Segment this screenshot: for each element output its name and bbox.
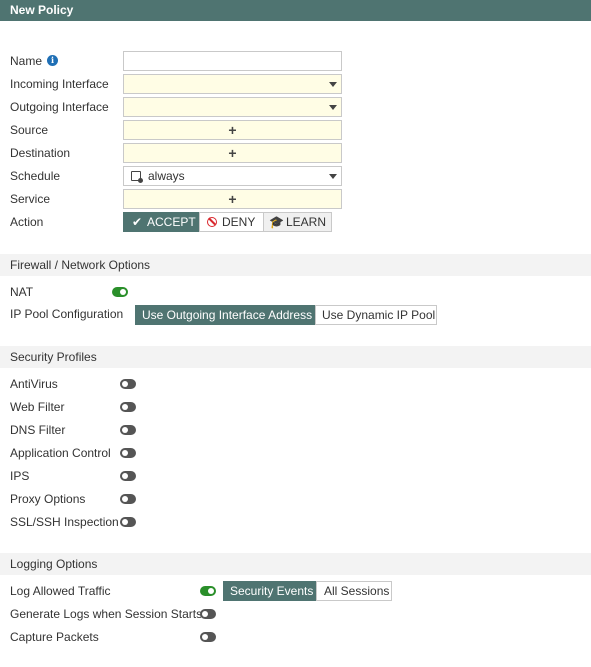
schedule-icon bbox=[131, 171, 143, 183]
log-allowed-traffic-toggle[interactable] bbox=[200, 586, 216, 596]
capture-packets-label: Capture Packets bbox=[10, 630, 99, 644]
proxy-options-label: Proxy Options bbox=[10, 492, 86, 506]
security-events-button[interactable]: Security Events bbox=[223, 581, 317, 601]
outgoing-interface-select[interactable] bbox=[123, 97, 342, 117]
ssl-ssh-inspection-label: SSL/SSH Inspection bbox=[10, 515, 119, 529]
deny-button-label: DENY bbox=[222, 215, 256, 229]
use-outgoing-interface-button[interactable]: Use Outgoing Interface Address bbox=[135, 305, 316, 325]
schedule-select[interactable]: always bbox=[123, 166, 342, 186]
web-filter-label: Web Filter bbox=[10, 400, 65, 414]
proxy-options-toggle[interactable] bbox=[120, 494, 136, 504]
web-filter-toggle[interactable] bbox=[120, 402, 136, 412]
source-field[interactable]: + bbox=[123, 120, 342, 140]
source-label: Source bbox=[10, 123, 49, 137]
firewall-options-header: Firewall / Network Options bbox=[0, 254, 591, 276]
dns-filter-label: DNS Filter bbox=[10, 423, 66, 437]
action-label: Action bbox=[10, 215, 44, 229]
use-dynamic-ip-pool-button[interactable]: Use Dynamic IP Pool bbox=[315, 305, 437, 325]
chevron-down-icon bbox=[329, 105, 337, 110]
application-control-toggle[interactable] bbox=[120, 448, 136, 458]
learn-icon: 🎓 bbox=[269, 215, 284, 229]
schedule-value: always bbox=[148, 169, 185, 183]
add-icon[interactable]: + bbox=[124, 190, 341, 208]
service-label: Service bbox=[10, 192, 51, 206]
destination-label: Destination bbox=[10, 146, 71, 160]
incoming-interface-label: Incoming Interface bbox=[10, 77, 109, 91]
dns-filter-toggle[interactable] bbox=[120, 425, 136, 435]
ips-label: IPS bbox=[10, 469, 30, 483]
ssl-ssh-inspection-toggle[interactable] bbox=[120, 517, 136, 527]
name-input[interactable] bbox=[123, 51, 342, 71]
learn-button[interactable]: 🎓 LEARN bbox=[263, 212, 332, 232]
check-icon: ✔ bbox=[131, 215, 143, 229]
chevron-down-icon bbox=[329, 82, 337, 87]
logging-options-header: Logging Options bbox=[0, 553, 591, 575]
capture-packets-toggle[interactable] bbox=[200, 632, 216, 642]
log-allowed-traffic-label: Log Allowed Traffic bbox=[10, 584, 111, 598]
schedule-label: Schedule bbox=[10, 169, 61, 183]
chevron-down-icon bbox=[329, 174, 337, 179]
name-label: Name bbox=[10, 54, 43, 68]
destination-field[interactable]: + bbox=[123, 143, 342, 163]
outgoing-interface-label: Outgoing Interface bbox=[10, 100, 109, 114]
info-icon[interactable]: i bbox=[47, 55, 58, 66]
nat-label: NAT bbox=[10, 285, 34, 299]
add-icon[interactable]: + bbox=[124, 144, 341, 162]
deny-icon bbox=[207, 217, 217, 227]
accept-button[interactable]: ✔ ACCEPT bbox=[123, 212, 200, 232]
security-profiles-header: Security Profiles bbox=[0, 346, 591, 368]
application-control-label: Application Control bbox=[10, 446, 111, 460]
ips-toggle[interactable] bbox=[120, 471, 136, 481]
accept-button-label: ACCEPT bbox=[147, 215, 196, 229]
add-icon[interactable]: + bbox=[124, 121, 341, 139]
antivirus-label: AntiVirus bbox=[10, 377, 58, 391]
all-sessions-button[interactable]: All Sessions bbox=[316, 581, 392, 601]
learn-button-label: LEARN bbox=[286, 215, 327, 229]
ip-pool-label: IP Pool Configuration bbox=[10, 307, 124, 321]
session-start-label: Generate Logs when Session Starts bbox=[10, 607, 203, 621]
nat-toggle[interactable] bbox=[112, 287, 128, 297]
window-title: New Policy bbox=[0, 0, 591, 21]
session-start-toggle[interactable] bbox=[200, 609, 216, 619]
antivirus-toggle[interactable] bbox=[120, 379, 136, 389]
incoming-interface-select[interactable] bbox=[123, 74, 342, 94]
service-field[interactable]: + bbox=[123, 189, 342, 209]
deny-button[interactable]: DENY bbox=[199, 212, 264, 232]
